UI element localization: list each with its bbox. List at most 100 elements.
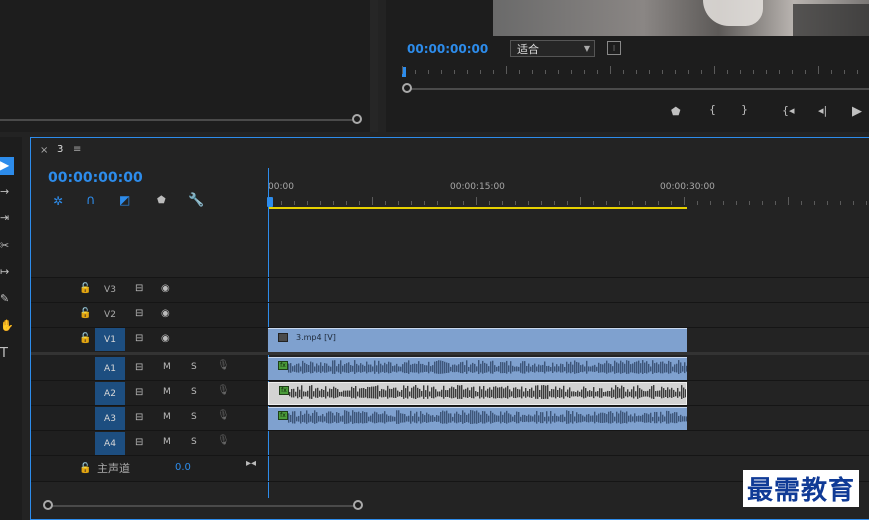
waveform-bar (478, 360, 480, 374)
mute-button[interactable]: M (163, 412, 171, 422)
eye-icon[interactable]: ◉ (161, 283, 170, 294)
slip-tool-icon[interactable]: ↦ (0, 265, 9, 278)
track-select-tool-icon[interactable]: → (0, 185, 9, 198)
zoom-select[interactable]: 适合 ▼ (510, 40, 595, 57)
work-area-bar[interactable] (268, 207, 687, 209)
eye-icon[interactable]: ◉ (161, 333, 170, 344)
audio-clip-a2[interactable]: fx (268, 382, 687, 405)
go-to-in-icon[interactable]: {◂ (782, 104, 795, 117)
waveform-bar (456, 365, 458, 372)
track-label-v2[interactable]: V2 (95, 303, 125, 326)
go-to-end-icon[interactable]: ▸◂ (246, 458, 256, 469)
marker-icon[interactable]: ⬟ (671, 105, 681, 118)
waveform-bar (307, 390, 309, 397)
ruler-tick (792, 70, 793, 74)
razor-tool-icon[interactable]: ✂ (0, 239, 9, 252)
eye-icon[interactable]: ◉ (161, 308, 170, 319)
waveform-bar (306, 410, 308, 424)
waveform-bar (520, 416, 522, 422)
timeline-scroll-handle-left[interactable] (43, 500, 53, 510)
timeline-scroll-handle-right[interactable] (353, 500, 363, 510)
video-clip[interactable]: 3.mp4 [V] (268, 328, 687, 352)
mute-button[interactable]: M (163, 387, 171, 397)
waveform-bar (618, 363, 620, 373)
timeline-timecode[interactable]: 00:00:00:00 (48, 170, 143, 186)
tab-sequence-name[interactable]: 3 (57, 144, 63, 155)
tab-close-icon[interactable]: × (40, 145, 48, 156)
sync-lock-icon[interactable]: ⊟ (135, 412, 143, 423)
waveform-bar (360, 363, 362, 373)
sync-lock-icon[interactable]: ⊟ (135, 387, 143, 398)
waveform-bar (604, 363, 606, 373)
lock-icon[interactable]: 🔓 (79, 333, 91, 344)
waveform-bar (608, 411, 610, 424)
waveform-bar (684, 416, 686, 422)
waveform-bar (592, 415, 594, 422)
lock-icon[interactable]: 🔓 (79, 463, 91, 474)
play-icon[interactable]: ▶ (852, 104, 862, 119)
timeline-ruler[interactable] (268, 193, 869, 209)
track-label-v1[interactable]: V1 (95, 328, 125, 351)
microphone-icon[interactable]: 🎙 (217, 410, 230, 421)
program-scrollbar-track[interactable] (410, 88, 869, 90)
solo-button[interactable]: S (191, 412, 197, 422)
program-timecode[interactable]: 00:00:00:00 (407, 42, 488, 56)
waveform-bar (384, 362, 386, 373)
track-label-a2[interactable]: A2 (95, 382, 125, 405)
mute-button[interactable]: M (163, 437, 171, 447)
waveform-bar (472, 362, 474, 373)
sync-lock-icon[interactable]: ⊟ (135, 308, 143, 319)
sync-lock-icon[interactable]: ⊟ (135, 362, 143, 373)
waveform-bar (444, 411, 446, 424)
waveform-bar (575, 391, 577, 397)
microphone-icon[interactable]: 🎙 (217, 360, 230, 371)
linked-selection-icon[interactable]: ◩ (119, 193, 130, 207)
add-marker-icon[interactable]: ⬟ (157, 195, 166, 206)
step-back-icon[interactable]: ◂| (818, 104, 827, 117)
mark-out-icon[interactable]: } (741, 103, 748, 116)
tab-menu-icon[interactable]: ≡ (73, 144, 81, 155)
type-tool-icon[interactable]: T (0, 346, 8, 361)
source-scroll-handle[interactable] (352, 114, 362, 124)
track-label-a3[interactable]: A3 (95, 407, 125, 430)
waveform-bar (337, 389, 339, 398)
waveform-bar (375, 386, 377, 399)
pen-tool-icon[interactable]: ✎ (0, 292, 9, 305)
audio-clip-a1[interactable]: fx (268, 357, 687, 380)
snap-magnet-icon[interactable]: ∩ (86, 193, 96, 208)
waveform-bar (312, 412, 314, 423)
waveform-bar (447, 390, 449, 397)
hand-tool-icon[interactable]: ✋ (0, 319, 14, 332)
sync-lock-icon[interactable]: ⊟ (135, 333, 143, 344)
mark-in-icon[interactable]: { (709, 103, 716, 116)
solo-button[interactable]: S (191, 437, 197, 447)
track-label-a1[interactable]: A1 (95, 357, 125, 380)
selection-tool-icon[interactable]: ▶ (0, 158, 9, 172)
solo-button[interactable]: S (191, 387, 197, 397)
program-ruler[interactable] (402, 62, 865, 77)
waveform-bar (601, 388, 603, 398)
nest-toggle-icon[interactable]: ✲ (53, 194, 63, 208)
microphone-icon[interactable]: 🎙 (217, 435, 230, 446)
waveform-bar (382, 365, 384, 372)
timeline-scrollbar-track[interactable] (49, 505, 357, 507)
master-volume-value[interactable]: 0.0 (175, 462, 191, 473)
waveform-bar (366, 412, 368, 424)
ruler-tick (727, 70, 728, 74)
ripple-edit-tool-icon[interactable]: ⇥ (0, 211, 9, 224)
lock-icon[interactable]: 🔓 (79, 308, 91, 319)
microphone-icon[interactable]: 🎙 (217, 385, 230, 396)
mute-button[interactable]: M (163, 362, 171, 372)
sync-lock-icon[interactable]: ⊟ (135, 437, 143, 448)
track-label-v3[interactable]: V3 (95, 278, 125, 301)
export-frame-icon[interactable]: ⁝ (607, 41, 621, 55)
lock-icon[interactable]: 🔓 (79, 283, 91, 294)
waveform-bar (308, 413, 310, 423)
track-label-a4[interactable]: A4 (95, 432, 125, 455)
audio-clip-a3[interactable]: fx (268, 407, 687, 430)
program-scroll-handle[interactable] (402, 83, 412, 93)
source-scrollbar-track[interactable] (0, 119, 352, 121)
solo-button[interactable]: S (191, 362, 197, 372)
sync-lock-icon[interactable]: ⊟ (135, 283, 143, 294)
settings-wrench-icon[interactable]: 🔧 (188, 193, 204, 208)
